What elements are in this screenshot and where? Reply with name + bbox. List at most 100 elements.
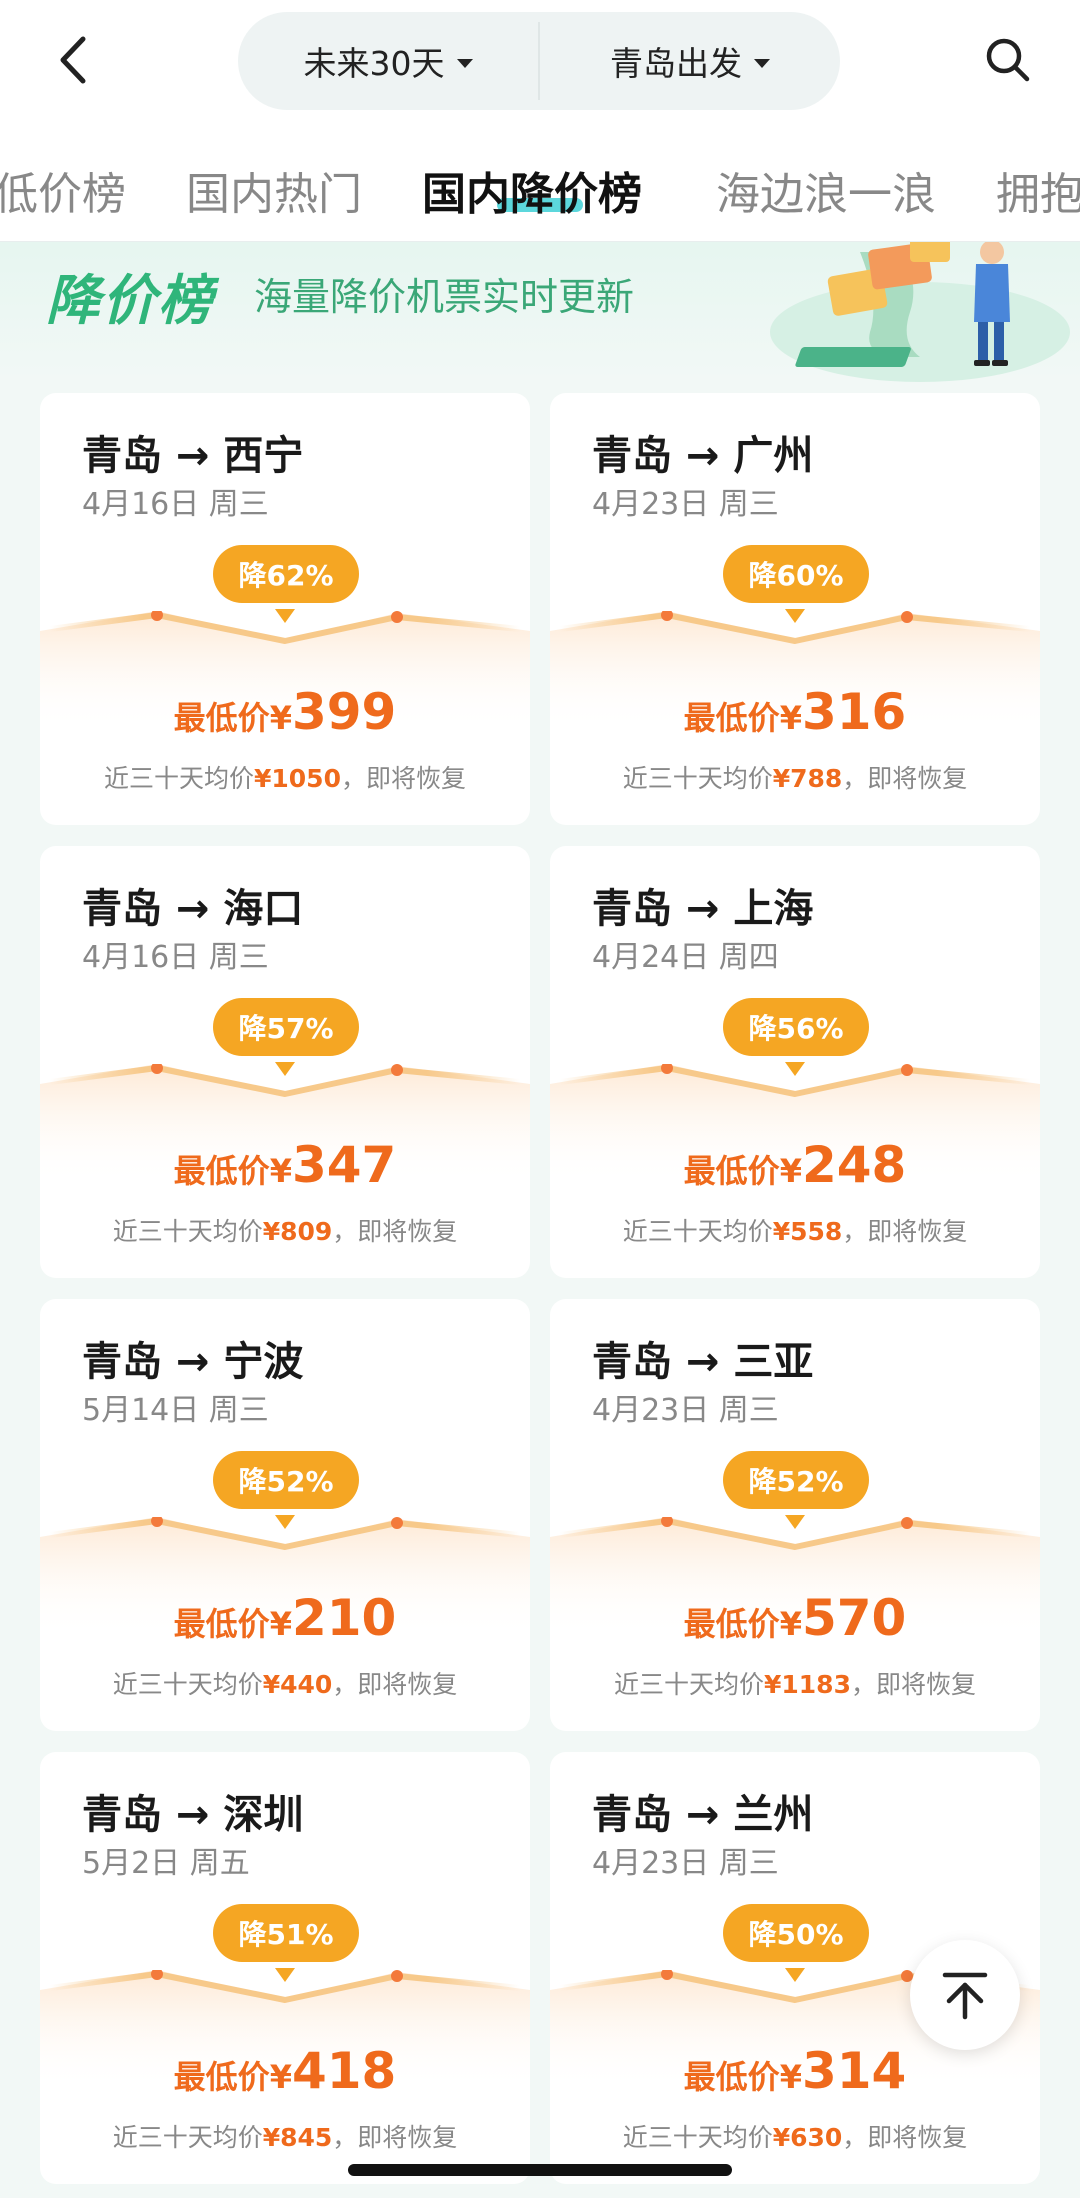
route-title: 青岛 → 深圳 [82, 1792, 304, 1838]
lowest-price-label: 最低价 [173, 699, 270, 737]
price-value: 316 [801, 683, 907, 741]
avg-prefix: 近三十天均价 [103, 764, 254, 793]
price-value: 248 [801, 1136, 907, 1194]
avg-prefix: 近三十天均价 [112, 2123, 263, 2152]
average-price-note: 近三十天均价¥440，即将恢复 [40, 1665, 530, 1701]
chevron-down-icon [275, 1515, 295, 1529]
discount-badge: 降60% [723, 545, 869, 603]
caret-down-icon [754, 58, 770, 68]
avg-price-value: ¥1183 [764, 1670, 851, 1699]
avg-price-value: ¥809 [262, 1217, 333, 1246]
route-title: 青岛 → 西宁 [82, 433, 304, 479]
avg-prefix: 近三十天均价 [112, 1217, 263, 1246]
avg-suffix: ，即将恢复 [332, 2123, 458, 2152]
currency-symbol: ¥ [779, 1605, 802, 1643]
origin-city-label: 青岛出发 [610, 44, 742, 83]
flight-date: 5月2日 周五 [82, 1846, 250, 1881]
traveler-illustration-icon [770, 242, 1070, 382]
date-range-label: 未来30天 [303, 44, 445, 83]
tab-domestic-popular[interactable]: 国内热门 [186, 158, 362, 222]
currency-symbol: ¥ [269, 699, 292, 737]
route-title: 青岛 → 兰州 [592, 1792, 814, 1838]
price-value: 399 [291, 683, 397, 741]
route-title: 青岛 → 宁波 [82, 1339, 304, 1385]
avg-price-value: ¥1050 [254, 764, 341, 793]
flight-date: 4月16日 周三 [82, 940, 269, 975]
currency-symbol: ¥ [779, 699, 802, 737]
avg-prefix: 近三十天均价 [622, 764, 773, 793]
lowest-price-label: 最低价 [173, 1605, 270, 1643]
avg-suffix: ，即将恢复 [842, 764, 968, 793]
tab-seaside[interactable]: 海边浪一浪 [716, 158, 936, 222]
chevron-down-icon [275, 1062, 295, 1076]
currency-symbol: ¥ [779, 1152, 802, 1190]
category-tabs: 低价榜 国内热门 国内降价榜 海边浪一浪 拥抱 [0, 124, 1080, 242]
currency-symbol: ¥ [269, 1152, 292, 1190]
currency-symbol: ¥ [779, 2058, 802, 2096]
currency-symbol: ¥ [269, 1605, 292, 1643]
chevron-left-icon [60, 36, 86, 84]
average-price-note: 近三十天均价¥845，即将恢复 [40, 2118, 530, 2154]
average-price-note: 近三十天均价¥630，即将恢复 [550, 2118, 1040, 2154]
home-indicator [348, 2164, 732, 2176]
route-card[interactable]: 青岛 → 广州 4月23日 周三 降60% 最低价¥316 近三十天均价¥788… [550, 393, 1040, 825]
avg-prefix: 近三十天均价 [112, 1670, 263, 1699]
route-card[interactable]: 青岛 → 西宁 4月16日 周三 降62% 最低价¥399 近三十天均价¥105… [40, 393, 530, 825]
currency-symbol: ¥ [269, 2058, 292, 2096]
discount-badge: 降62% [213, 545, 359, 603]
lowest-price: 最低价¥248 [550, 1136, 1040, 1194]
tab-low-price[interactable]: 低价榜 [0, 158, 126, 222]
discount-badge: 降51% [213, 1904, 359, 1962]
search-button[interactable] [978, 28, 1038, 92]
caret-down-icon [456, 58, 473, 68]
route-title: 青岛 → 海口 [82, 886, 304, 932]
lowest-price: 最低价¥316 [550, 683, 1040, 741]
route-card[interactable]: 青岛 → 上海 4月24日 周四 降56% 最低价¥248 近三十天均价¥558… [550, 846, 1040, 1278]
chevron-down-icon [785, 1062, 805, 1076]
banner-subtitle: 海量降价机票实时更新 [254, 275, 635, 319]
top-bar: 未来30天 青岛出发 [0, 0, 1080, 124]
chevron-down-icon [275, 609, 295, 623]
lowest-price-label: 最低价 [683, 699, 780, 737]
origin-city-dropdown[interactable]: 青岛出发 [540, 12, 840, 110]
route-title: 青岛 → 广州 [592, 433, 814, 479]
lowest-price-label: 最低价 [683, 2058, 780, 2096]
lowest-price: 最低价¥418 [40, 2042, 530, 2100]
route-card[interactable]: 青岛 → 海口 4月16日 周三 降57% 最低价¥347 近三十天均价¥809… [40, 846, 530, 1278]
tab-domestic-price-drop[interactable]: 国内降价榜 [422, 158, 642, 222]
discount-badge: 降57% [213, 998, 359, 1056]
discount-badge: 降52% [723, 1451, 869, 1509]
route-card[interactable]: 青岛 → 深圳 5月2日 周五 降51% 最低价¥418 近三十天均价¥845，… [40, 1752, 530, 2184]
price-value: 314 [801, 2042, 907, 2100]
average-price-note: 近三十天均价¥809，即将恢复 [40, 1212, 530, 1248]
avg-price-value: ¥788 [772, 764, 843, 793]
date-range-dropdown[interactable]: 未来30天 [238, 12, 538, 110]
discount-badge: 降50% [723, 1904, 869, 1962]
route-card[interactable]: 青岛 → 宁波 5月14日 周三 降52% 最低价¥210 近三十天均价¥440… [40, 1299, 530, 1731]
route-title: 青岛 → 三亚 [592, 1339, 814, 1385]
avg-suffix: ，即将恢复 [332, 1217, 458, 1246]
avg-price-value: ¥440 [262, 1670, 333, 1699]
lowest-price: 最低价¥399 [40, 683, 530, 741]
flight-date: 4月23日 周三 [592, 1393, 779, 1428]
route-card[interactable]: 青岛 → 三亚 4月23日 周三 降52% 最低价¥570 近三十天均价¥118… [550, 1299, 1040, 1731]
average-price-note: 近三十天均价¥1050，即将恢复 [40, 759, 530, 795]
tab-embrace[interactable]: 拥抱 [996, 158, 1080, 222]
lowest-price-label: 最低价 [173, 2058, 270, 2096]
flight-date: 4月23日 周三 [592, 1846, 779, 1881]
back-to-top-button[interactable] [910, 1940, 1020, 2050]
price-value: 347 [291, 1136, 397, 1194]
chevron-down-icon [275, 1968, 295, 1982]
lowest-price: 最低价¥570 [550, 1589, 1040, 1647]
avg-suffix: ，即将恢复 [842, 1217, 968, 1246]
price-value: 210 [291, 1589, 397, 1647]
average-price-note: 近三十天均价¥1183，即将恢复 [550, 1665, 1040, 1701]
flight-date: 5月14日 周三 [82, 1393, 269, 1428]
chevron-down-icon [785, 1968, 805, 1982]
discount-badge: 降56% [723, 998, 869, 1056]
chevron-down-icon [785, 609, 805, 623]
avg-suffix: ，即将恢复 [842, 2123, 968, 2152]
back-button[interactable] [44, 28, 100, 92]
avg-price-value: ¥558 [772, 1217, 843, 1246]
route-title: 青岛 → 上海 [592, 886, 814, 932]
